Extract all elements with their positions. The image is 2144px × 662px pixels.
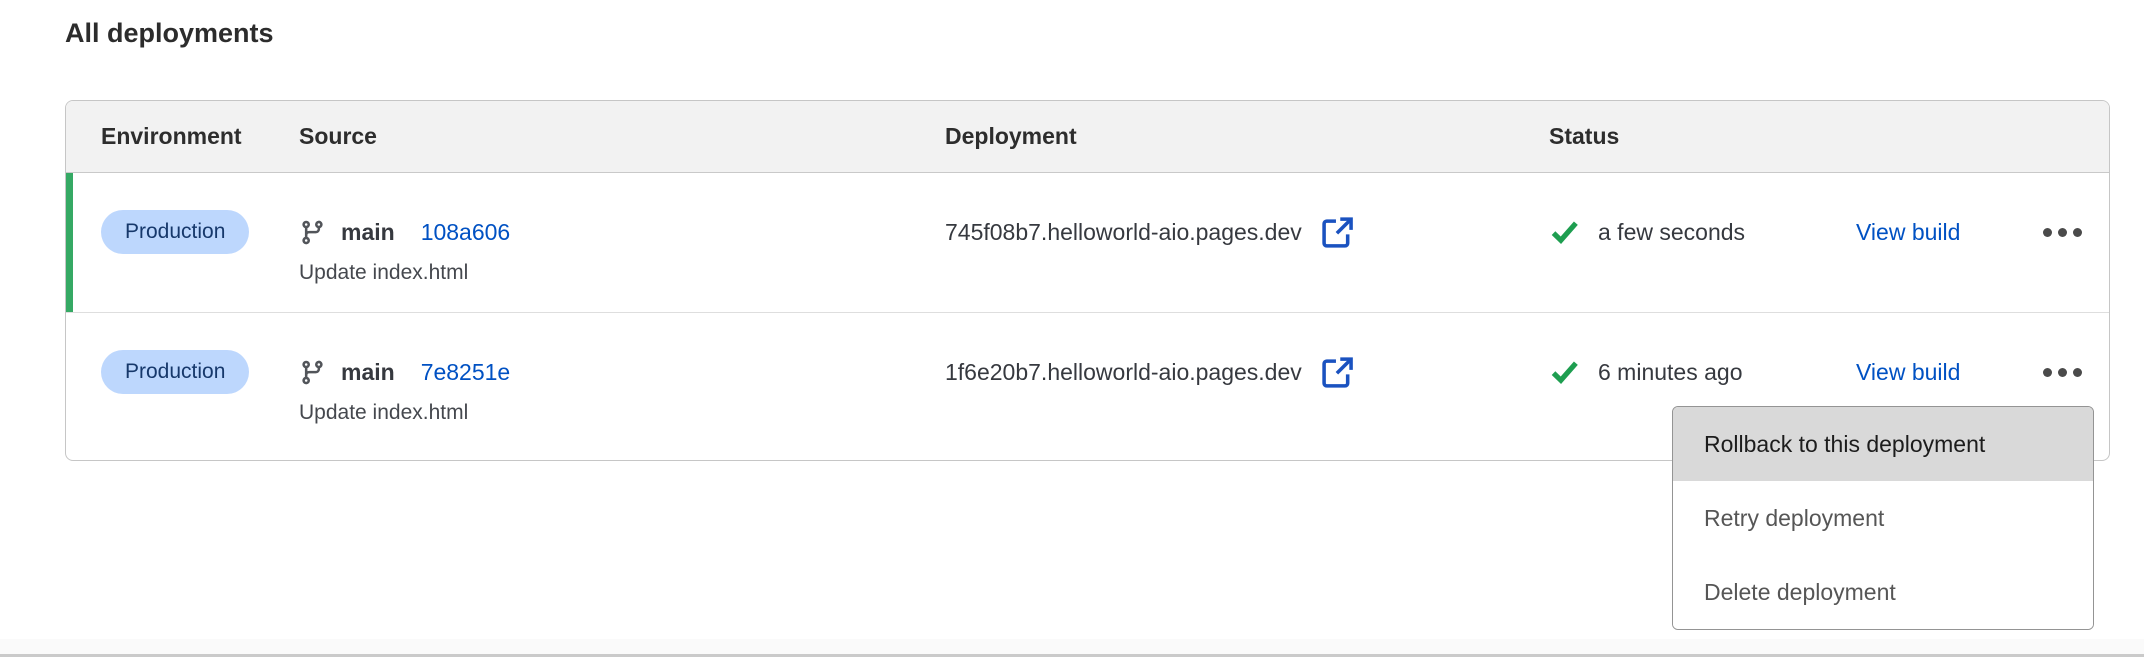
bottom-divider xyxy=(0,654,2144,657)
deployment-cell: 745f08b7.helloworld-aio.pages.dev xyxy=(945,210,1549,312)
environment-badge: Production xyxy=(101,350,249,394)
more-cell xyxy=(2016,210,2109,312)
bottom-band xyxy=(0,639,2144,654)
external-link-icon[interactable] xyxy=(1319,354,1356,391)
view-build-link[interactable]: View build xyxy=(1856,359,1960,386)
source-cell: main 108a606 Update index.html xyxy=(299,210,945,312)
view-build-cell: View build xyxy=(1856,210,2016,312)
status-text: 6 minutes ago xyxy=(1598,359,1742,386)
current-deployment-marker xyxy=(66,173,73,312)
commit-message: Update index.html xyxy=(299,400,945,426)
branch-name: main xyxy=(341,359,395,386)
column-header-status: Status xyxy=(1549,123,1856,150)
ellipsis-menu-button[interactable] xyxy=(2037,210,2088,254)
commit-message: Update index.html xyxy=(299,260,945,286)
table-header-row: Environment Source Deployment Status xyxy=(66,101,2109,173)
menu-item-retry[interactable]: Retry deployment xyxy=(1673,481,2093,555)
environment-cell: Production xyxy=(101,210,299,312)
environment-badge: Production xyxy=(101,210,249,254)
deployment-url: 1f6e20b7.helloworld-aio.pages.dev xyxy=(945,359,1302,386)
table-row: Production main 108a606 Update index.htm… xyxy=(66,173,2109,313)
column-header-deployment: Deployment xyxy=(945,123,1549,150)
status-text: a few seconds xyxy=(1598,219,1745,246)
deployment-cell: 1f6e20b7.helloworld-aio.pages.dev xyxy=(945,350,1549,459)
branch-name: main xyxy=(341,219,395,246)
git-branch-icon xyxy=(299,359,326,386)
deployment-url: 745f08b7.helloworld-aio.pages.dev xyxy=(945,219,1302,246)
source-cell: main 7e8251e Update index.html xyxy=(299,350,945,459)
column-header-environment: Environment xyxy=(101,123,299,150)
git-branch-icon xyxy=(299,219,326,246)
ellipsis-menu-button[interactable] xyxy=(2037,350,2088,394)
check-icon xyxy=(1549,357,1580,388)
deployment-context-menu: Rollback to this deployment Retry deploy… xyxy=(1672,406,2094,630)
external-link-icon[interactable] xyxy=(1319,214,1356,251)
page-title: All deployments xyxy=(65,18,274,49)
view-build-link[interactable]: View build xyxy=(1856,219,1960,246)
menu-item-rollback[interactable]: Rollback to this deployment xyxy=(1673,407,2093,481)
check-icon xyxy=(1549,217,1580,248)
menu-item-delete[interactable]: Delete deployment xyxy=(1673,555,2093,629)
commit-sha-link[interactable]: 7e8251e xyxy=(421,359,511,386)
column-header-source: Source xyxy=(299,123,945,150)
status-cell: a few seconds xyxy=(1549,210,1856,312)
commit-sha-link[interactable]: 108a606 xyxy=(421,219,511,246)
environment-cell: Production xyxy=(101,350,299,459)
